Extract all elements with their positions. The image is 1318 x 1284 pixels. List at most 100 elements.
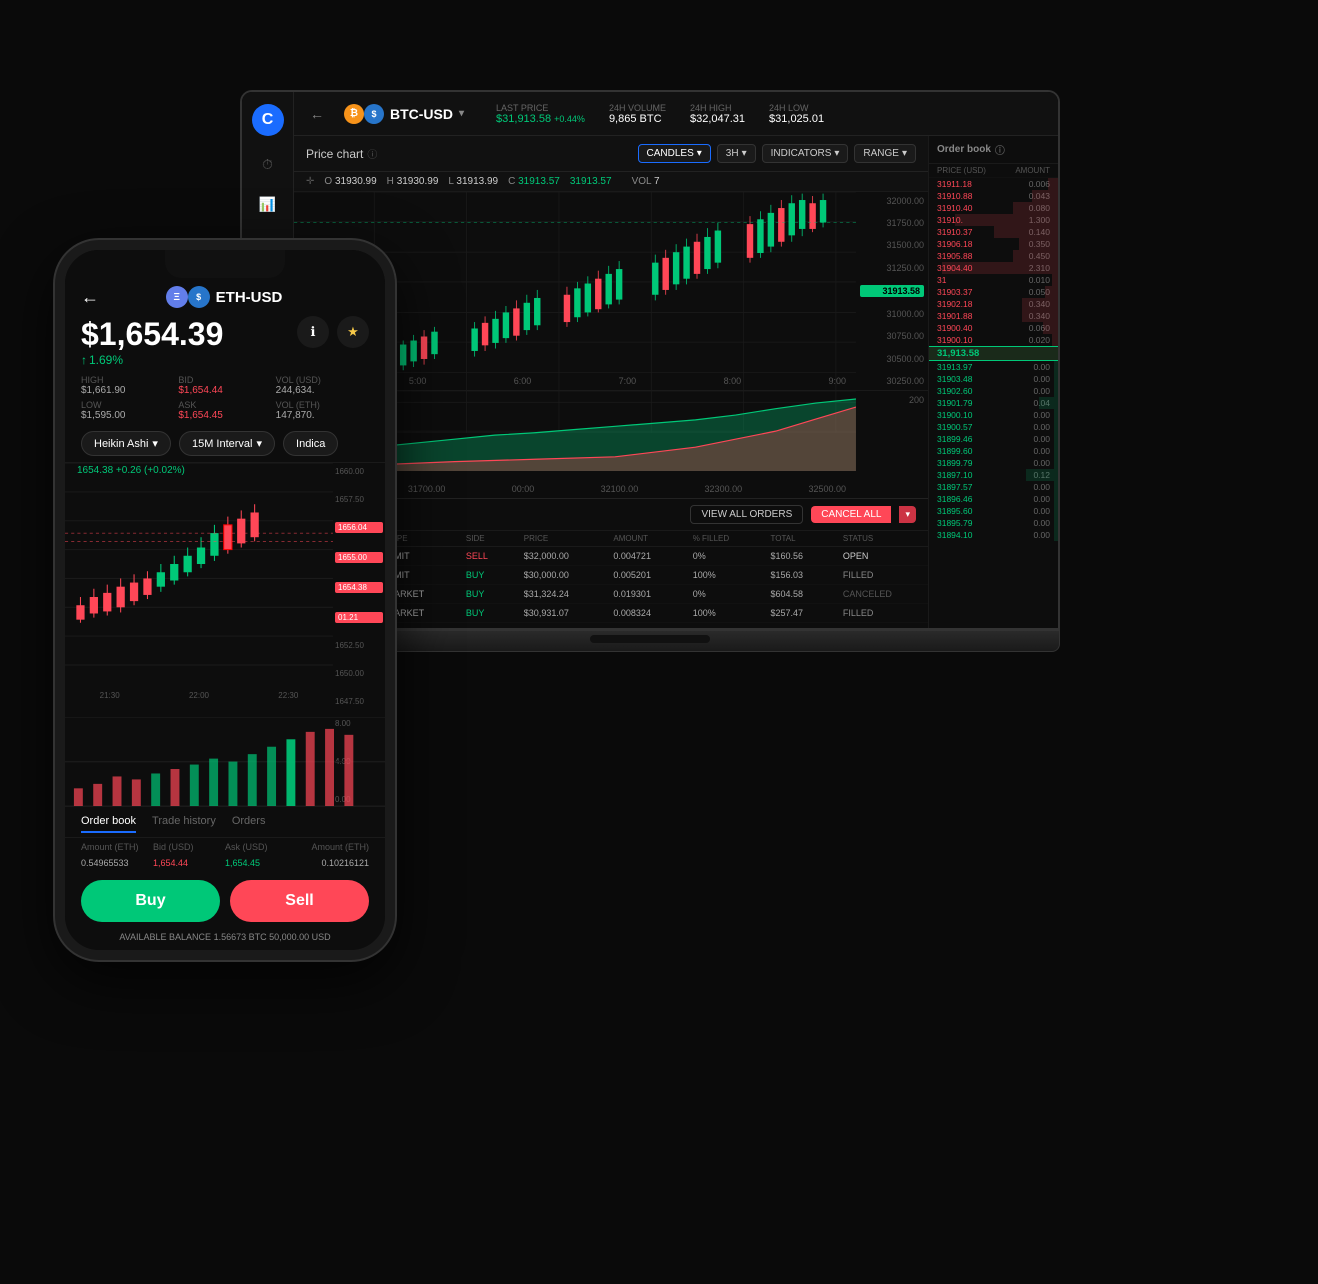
order-book-info-icon[interactable]: ⓘ [995, 142, 1005, 157]
view-all-orders-button[interactable]: VIEW ALL ORDERS [690, 505, 803, 524]
ob-bid-row[interactable]: 31900.10 0.00 [929, 409, 1058, 421]
cancel-all-button[interactable]: CANCEL ALL [811, 506, 891, 523]
pair-label: BTC-USD [390, 106, 453, 122]
candles-button[interactable]: CANDLES ▾ [638, 144, 711, 163]
btc-icon: ₿ [344, 104, 364, 124]
last-price-value: $31,913.58 +0.44% [496, 113, 585, 125]
ob-ask-row[interactable]: 31904.40 2.310 [929, 262, 1058, 274]
ob-bid-row[interactable]: 31897.10 0.12 [929, 469, 1058, 481]
ob-ask-row[interactable]: 31910.37 0.140 [929, 226, 1058, 238]
chart-info-icon[interactable]: ⓘ [367, 146, 377, 161]
phone-star-button[interactable]: ★ [337, 316, 369, 348]
ob-bid-row[interactable]: 31899.60 0.00 [929, 445, 1058, 457]
phone-price-change: ↑ 1.69% [81, 353, 223, 367]
ob-ask-row[interactable]: 31900.10 0.020 [929, 334, 1058, 346]
ob-ask-row[interactable]: 31903.37 0.050 [929, 286, 1058, 298]
ob-ask-row[interactable]: 31 0.010 [929, 274, 1058, 286]
phone-volume-svg [65, 717, 385, 806]
indicators-button[interactable]: INDICATORS ▾ [762, 144, 849, 163]
phone-tab-orders[interactable]: Orders [232, 815, 266, 833]
phone-vol-eth-stat: VOL (ETH) 147,870. [276, 400, 369, 421]
ob-bids: 31913.97 0.00 31903.48 0.00 31902.60 0.0… [929, 361, 1058, 541]
ob-bid-row[interactable]: 31899.79 0.00 [929, 457, 1058, 469]
interval-button[interactable]: 3H ▾ [717, 144, 756, 163]
phone-orderbook-header: Amount (ETH) Bid (USD) Ask (USD) Amount … [65, 838, 385, 856]
current-price-label: 31913.58 [860, 285, 924, 297]
volume-y-axis: 200 [856, 391, 928, 498]
range-button[interactable]: RANGE ▾ [854, 144, 916, 163]
phone-screen: ← Ξ $ ETH-USD $1,654.39 ↑ 1.69% [65, 250, 385, 950]
ob-bid-row[interactable]: 31897.57 0.00 [929, 481, 1058, 493]
volume-stat: 24H VOLUME 9,865 BTC [609, 103, 666, 125]
price-y-axis: 32000.00 31750.00 31500.00 31250.00 3191… [856, 192, 928, 390]
ob-bid-row[interactable]: 31895.60 0.00 [929, 505, 1058, 517]
ob-bid-row[interactable]: 31896.46 0.00 [929, 493, 1058, 505]
ob-ask-row[interactable]: 31900.40 0.060 [929, 322, 1058, 334]
phone-notch [165, 250, 285, 278]
ob-bid-row[interactable]: 31894.10 0.00 [929, 529, 1058, 541]
ob-bid-row[interactable]: 31913.97 0.00 [929, 361, 1058, 373]
phone-chart-type-button[interactable]: Heikin Ashi ▾ [81, 431, 171, 456]
chart-ohlc: ✛ O 31930.99 H 31930.99 L 31913.99 C 319… [294, 172, 928, 192]
phone-eth-icon: Ξ [166, 286, 188, 308]
high-stat: 24H HIGH $32,047.31 [690, 103, 745, 125]
phone-low-stat: LOW $1,595.00 [81, 400, 174, 421]
header-back-button[interactable]: ← [310, 106, 324, 122]
pair-chevron[interactable]: ▾ [459, 108, 464, 119]
ob-ask-row[interactable]: 31910.40 0.080 [929, 202, 1058, 214]
phone-indicators-button[interactable]: Indica [283, 431, 338, 456]
cancel-dropdown-button[interactable]: ▾ [899, 506, 916, 523]
phone-buy-sell: Buy Sell [65, 870, 385, 932]
ob-bid-row[interactable]: 31903.48 0.00 [929, 373, 1058, 385]
phone-interval-button[interactable]: 15M Interval ▾ [179, 431, 275, 456]
chart-title: Price chart ⓘ [306, 146, 377, 161]
phone-pair: Ξ $ ETH-USD [166, 286, 283, 308]
toolbar-controls: CANDLES ▾ 3H ▾ INDICATORS ▾ RANGE ▾ [638, 144, 916, 163]
phone-high-stat: HIGH $1,661.90 [81, 375, 174, 396]
ob-bid-row[interactable]: 31901.79 0.04 [929, 397, 1058, 409]
ob-col-headers: PRICE (USD) AMOUNT [929, 164, 1058, 178]
phone-bid-stat: BID $1,654.44 [178, 375, 271, 396]
ob-ask-row[interactable]: 31902.18 0.340 [929, 298, 1058, 310]
phone-price-left: $1,654.39 ↑ 1.69% [81, 316, 223, 367]
phone-stats: HIGH $1,661.90 BID $1,654.44 VOL (USD) 2… [65, 375, 385, 431]
ob-bid-row[interactable]: 31895.79 0.00 [929, 517, 1058, 529]
ohlc-crosshair: ✛ [306, 176, 314, 187]
phone-controls: Heikin Ashi ▾ 15M Interval ▾ Indica [65, 431, 385, 462]
phone-usd-icon: $ [188, 286, 210, 308]
ob-ask-row[interactable]: 31911.18 0.006 [929, 178, 1058, 190]
ob-ask-row[interactable]: 31901.88 0.340 [929, 310, 1058, 322]
phone-tab-history[interactable]: Trade history [152, 815, 216, 833]
sidebar-icon-chart[interactable]: 📊 [256, 192, 280, 216]
phone-price-area: $1,654.39 ↑ 1.69% ℹ ★ [65, 316, 385, 375]
ob-bid-row[interactable]: 31899.46 0.00 [929, 433, 1058, 445]
phone-chart-area[interactable]: 1654.38 +0.26 (+0.02%) 1660.00 1657.50 1… [65, 462, 385, 806]
header-stats: LAST PRICE $31,913.58 +0.44% 24H VOLUME … [496, 103, 824, 125]
ob-ask-row[interactable]: 31910.88 0.043 [929, 190, 1058, 202]
order-book-panel: Order book ⓘ PRICE (USD) AMOUNT 31911.18… [928, 136, 1058, 628]
ob-ask-row[interactable]: 31910. 1.300 [929, 214, 1058, 226]
order-book-header: Order book ⓘ [929, 136, 1058, 164]
desktop-main: ← ₿ $ BTC-USD ▾ LAST PRICE $31,913.58 +0… [294, 92, 1058, 628]
phone-sell-button[interactable]: Sell [230, 880, 369, 922]
chart-toolbar: Price chart ⓘ CANDLES ▾ 3H ▾ [294, 136, 928, 172]
usd-icon: $ [364, 104, 384, 124]
ob-bid-row[interactable]: 31902.60 0.00 [929, 385, 1058, 397]
phone-tab-orderbook[interactable]: Order book [81, 815, 136, 833]
last-price-stat: LAST PRICE $31,913.58 +0.44% [496, 103, 585, 125]
ob-asks: 31911.18 0.006 31910.88 0.043 31910.40 0… [929, 178, 1058, 346]
phone-info-button[interactable]: ℹ [297, 316, 329, 348]
phone-tabs: Order book Trade history Orders [65, 806, 385, 838]
phone-buy-button[interactable]: Buy [81, 880, 220, 922]
ob-ask-row[interactable]: 31906.18 0.350 [929, 238, 1058, 250]
phone-chart-y-axis: 1660.00 1657.50 1656.04 1655.00 1654.38 … [333, 463, 385, 710]
phone-main-price: $1,654.39 [81, 316, 223, 353]
phone-bezel: ← Ξ $ ETH-USD $1,654.39 ↑ 1.69% [55, 240, 395, 960]
phone-candle-svg [65, 463, 333, 669]
phone-back-button[interactable]: ← [81, 287, 99, 308]
ob-bid-row[interactable]: 31900.57 0.00 [929, 421, 1058, 433]
sidebar-icon-timer[interactable]: ⏱ [256, 152, 280, 176]
desktop-content: Price chart ⓘ CANDLES ▾ 3H ▾ [294, 136, 1058, 628]
ob-ask-row[interactable]: 31905.88 0.450 [929, 250, 1058, 262]
header-pair: ₿ $ BTC-USD ▾ [344, 104, 464, 124]
